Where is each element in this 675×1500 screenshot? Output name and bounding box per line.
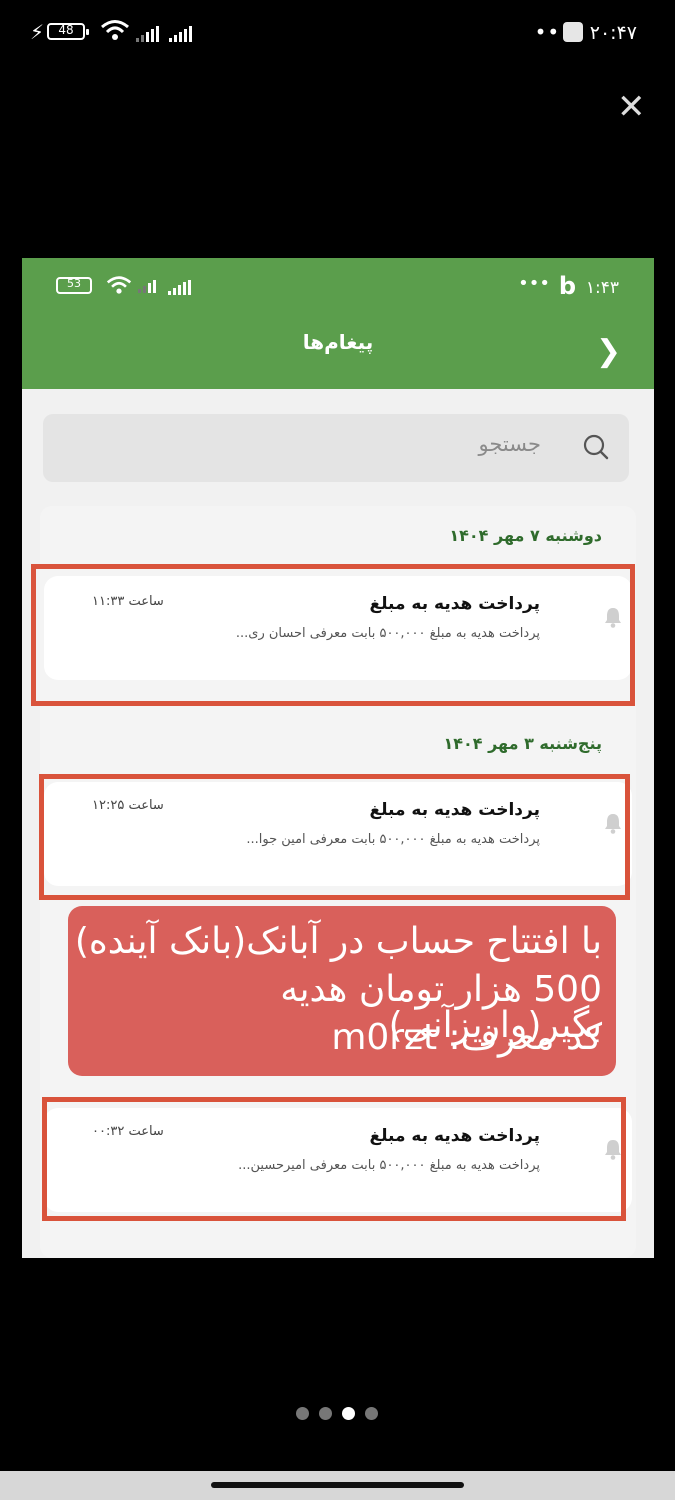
inner-battery-level: 53 (67, 277, 81, 290)
page-dot[interactable] (296, 1407, 309, 1420)
battery-icon: 48 (47, 23, 89, 40)
page-indicator (296, 1407, 378, 1420)
inner-signal-1-icon (138, 280, 156, 293)
page-dot[interactable] (319, 1407, 332, 1420)
inner-more-dots: ••• (518, 273, 550, 294)
status-bar: ⚡ 48 ••• ۲۰:۴۷ (0, 0, 675, 66)
highlight-box (31, 564, 635, 706)
image-viewer-content: 53 ••• b ۱:۴۳ پیغام‌ها ❯ جستجو دوشنبه ۷ … (22, 258, 654, 1258)
inner-wifi-icon (106, 276, 132, 294)
highlight-box (42, 1097, 626, 1221)
page-dot-active[interactable] (342, 1407, 355, 1420)
highlight-box (39, 774, 630, 900)
search-icon (583, 434, 609, 460)
page-dot[interactable] (365, 1407, 378, 1420)
close-icon[interactable]: ✕ (617, 90, 646, 124)
wifi-icon (101, 20, 129, 40)
app-header: 53 ••• b ۱:۴۳ پیغام‌ها ❯ (22, 258, 654, 389)
home-indicator[interactable] (211, 1482, 464, 1488)
promo-line: کد معرف: m0rzt (331, 1017, 602, 1058)
inner-status-time: ۱:۴۳ (585, 278, 619, 298)
promo-line: با افتتاح حساب در آبانک(بانک آینده) (74, 921, 602, 962)
date-header: دوشنبه ۷ مهر ۱۴۰۴ (449, 526, 602, 545)
promo-banner: با افتتاح حساب در آبانک(بانک آینده) 500 … (68, 906, 616, 1076)
date-header: پنج‌شنبه ۳ مهر ۱۴۰۴ (443, 734, 602, 753)
charging-icon: ⚡ (30, 20, 45, 44)
app-notification-icon (563, 22, 583, 42)
search-input[interactable]: جستجو (43, 414, 629, 482)
inner-app-icon: b (558, 272, 576, 300)
back-chevron-icon[interactable]: ❯ (596, 334, 621, 369)
page-title: پیغام‌ها (302, 330, 374, 354)
inner-battery-icon: 53 (56, 277, 92, 294)
inner-signal-2-icon (168, 280, 191, 295)
signal-2-icon (169, 26, 192, 42)
battery-level: 48 (58, 23, 74, 37)
signal-1-icon (136, 26, 159, 42)
status-time: ۲۰:۴۷ (589, 22, 637, 44)
search-placeholder: جستجو (478, 432, 541, 456)
